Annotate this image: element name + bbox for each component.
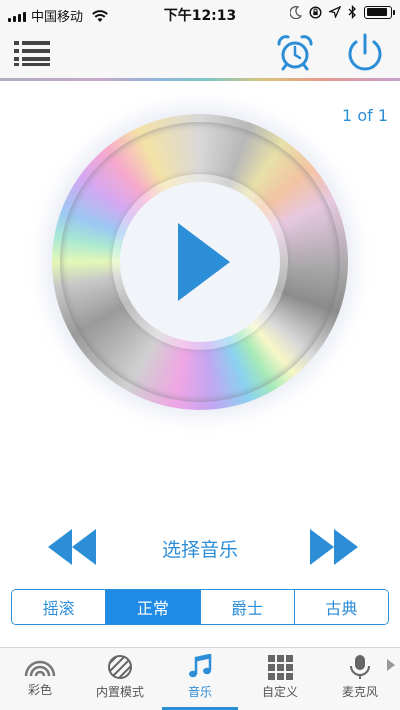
tab-music-label: 音乐 [187,685,212,699]
tab-builtin-mode-label: 内置模式 [95,685,144,699]
fast-forward-icon[interactable] [308,528,358,566]
tab-builtin-mode[interactable]: 内置模式 [82,654,158,706]
page-count: 1 of 1 [342,106,388,125]
tab-microphone-label: 麦克风 [341,685,378,699]
list-icon[interactable] [14,39,50,67]
alarm-clock-icon[interactable] [276,34,314,72]
play-icon[interactable] [176,221,232,303]
segment-rock[interactable]: 摇滚 [12,590,107,624]
chevron-right-icon[interactable] [386,658,396,672]
segment-normal[interactable]: 正常 [106,590,201,624]
rainbow-divider [0,78,400,81]
stripes-icon [108,655,132,679]
tab-color-label: 彩色 [27,683,52,697]
tab-custom-label: 自定义 [261,685,298,699]
grid-icon [268,655,293,680]
tab-music[interactable]: 音乐 [162,654,238,706]
tab-bar: 彩色 内置模式 音乐 自定义 麦克风 [0,647,400,710]
nav-bar [0,28,400,78]
segment-classical[interactable]: 古典 [294,590,388,624]
rewind-icon[interactable] [48,528,98,566]
battery-icon [364,5,395,19]
tab-custom[interactable]: 自定义 [242,654,318,706]
microphone-icon [350,655,370,679]
rainbow-icon [24,660,56,677]
power-icon[interactable] [344,32,386,74]
segment-jazz[interactable]: 爵士 [200,590,295,624]
rotation-lock-icon [309,5,322,19]
bluetooth-icon [348,5,356,19]
music-disc [52,114,348,410]
music-style-segmented: 摇滚 正常 爵士 古典 [11,589,389,625]
status-right [290,5,395,19]
location-icon [329,6,341,18]
tab-color[interactable]: 彩色 [2,654,78,706]
choose-music-button[interactable]: 选择音乐 [100,535,300,562]
music-note-icon [189,654,212,678]
moon-icon [290,5,302,19]
status-bar: 中国移动 下午12:13 [0,0,400,28]
